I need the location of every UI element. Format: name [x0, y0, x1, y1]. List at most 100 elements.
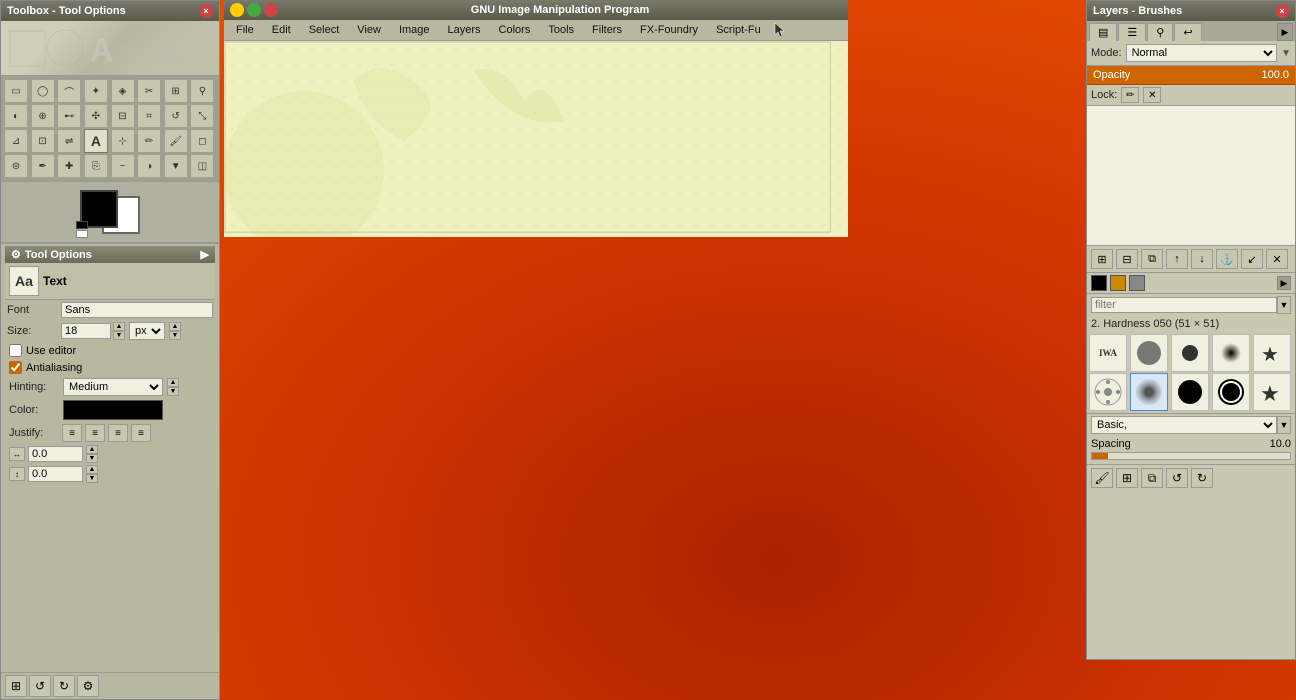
- brush-item-4[interactable]: [1212, 334, 1250, 372]
- brush-item-8[interactable]: [1171, 373, 1209, 411]
- tool-crop[interactable]: ⌗: [137, 104, 161, 128]
- tool-clone[interactable]: ⎘: [84, 154, 108, 178]
- layers-btn-up[interactable]: ↑: [1166, 249, 1188, 269]
- mode-select[interactable]: Normal Multiply Screen Overlay: [1126, 44, 1278, 62]
- menu-layers[interactable]: Layers: [440, 22, 489, 38]
- toolbox-close-button[interactable]: ×: [199, 4, 213, 18]
- menu-tools[interactable]: Tools: [540, 22, 582, 38]
- unit-down-btn[interactable]: ▼: [169, 331, 181, 340]
- use-editor-checkbox[interactable]: [9, 344, 22, 357]
- tool-bucket[interactable]: ▼: [164, 154, 188, 178]
- brush-item-7[interactable]: [1130, 373, 1168, 411]
- tool-heal[interactable]: ✚: [57, 154, 81, 178]
- tool-scissors[interactable]: ✂: [137, 79, 161, 103]
- toolbox-bottom-btn-3[interactable]: ↻: [53, 675, 75, 697]
- layers-btn-merge[interactable]: ↙: [1241, 249, 1263, 269]
- brushes-btn-redo[interactable]: ↻: [1191, 468, 1213, 488]
- brushes-expand-btn[interactable]: ▶: [1277, 276, 1291, 290]
- size-unit-select[interactable]: px pt: [129, 322, 165, 340]
- brush-item-5[interactable]: ★: [1253, 334, 1291, 372]
- offset-y-up[interactable]: ▲: [86, 465, 98, 474]
- brushes-btn-paint[interactable]: 🖌: [1091, 468, 1113, 488]
- tool-dodge[interactable]: ◑: [137, 154, 161, 178]
- layers-btn-new[interactable]: ⊟: [1116, 249, 1138, 269]
- unit-up-btn[interactable]: ▲: [169, 322, 181, 331]
- menu-file[interactable]: File: [228, 22, 262, 38]
- brush-category-dropdown-btn[interactable]: ▼: [1277, 416, 1291, 434]
- toolbox-bottom-btn-1[interactable]: ⊞: [5, 675, 27, 697]
- menu-edit[interactable]: Edit: [264, 22, 299, 38]
- tool-options-expand[interactable]: ▶: [201, 248, 209, 261]
- brush-item-2[interactable]: [1130, 334, 1168, 372]
- tool-scale[interactable]: ⤡: [190, 104, 214, 128]
- justify-center-btn[interactable]: ≡: [85, 424, 105, 442]
- font-input[interactable]: [61, 302, 213, 318]
- lock-pixels-btn[interactable]: ✏: [1121, 87, 1139, 103]
- menu-view[interactable]: View: [349, 22, 389, 38]
- brush-item-10[interactable]: ★: [1253, 373, 1291, 411]
- tool-free-select[interactable]: ⌒: [57, 79, 81, 103]
- layers-btn-down[interactable]: ↓: [1191, 249, 1213, 269]
- tool-blend[interactable]: ◫: [190, 154, 214, 178]
- menu-image[interactable]: Image: [391, 22, 438, 38]
- tool-move[interactable]: ✣: [84, 104, 108, 128]
- hinting-select[interactable]: Medium None Slight Full: [63, 378, 163, 396]
- layers-btn-duplicate[interactable]: ⧉: [1141, 249, 1163, 269]
- layers-btn-delete[interactable]: ✕: [1266, 249, 1288, 269]
- brush-bg-swatch[interactable]: [1129, 275, 1145, 291]
- tool-perspective[interactable]: ⊡: [31, 129, 55, 153]
- menu-colors[interactable]: Colors: [491, 22, 539, 38]
- offset-x-down[interactable]: ▼: [86, 454, 98, 463]
- antialiasing-checkbox[interactable]: [9, 361, 22, 374]
- tool-fuzzy-select[interactable]: ✦: [84, 79, 108, 103]
- layers-btn-anchor[interactable]: ⚓: [1216, 249, 1238, 269]
- tool-smudge[interactable]: ~: [111, 154, 135, 178]
- menu-filters[interactable]: Filters: [584, 22, 630, 38]
- tool-text[interactable]: A: [84, 129, 108, 153]
- menu-fx-foundry[interactable]: FX-Foundry: [632, 22, 706, 38]
- tool-pencil[interactable]: ✏: [137, 129, 161, 153]
- brush-fg-swatch[interactable]: [1091, 275, 1107, 291]
- brush-item-3[interactable]: [1171, 334, 1209, 372]
- tool-select-color[interactable]: ◈: [111, 79, 135, 103]
- window-maximize-btn[interactable]: [247, 3, 261, 17]
- brush-category-select[interactable]: Basic, All Basics: [1091, 416, 1277, 434]
- spacing-slider-track[interactable]: [1091, 452, 1291, 460]
- brush-filter-input[interactable]: [1091, 297, 1277, 313]
- justify-left-btn[interactable]: ≡: [62, 424, 82, 442]
- layers-panel-expand-btn[interactable]: ▶: [1277, 23, 1293, 41]
- offset-x-input[interactable]: [28, 446, 83, 462]
- tool-rect-select[interactable]: ▭: [4, 79, 28, 103]
- tool-align[interactable]: ⊟: [111, 104, 135, 128]
- opacity-row[interactable]: Opacity 100.0: [1087, 66, 1295, 85]
- offset-x-up[interactable]: ▲: [86, 445, 98, 454]
- window-minimize-btn[interactable]: [230, 3, 244, 17]
- hinting-up-btn[interactable]: ▲: [167, 378, 179, 387]
- offset-y-down[interactable]: ▼: [86, 474, 98, 483]
- size-input[interactable]: [61, 323, 111, 339]
- tool-zoom[interactable]: ⊕: [31, 104, 55, 128]
- brush-filter-dropdown-btn[interactable]: ▼: [1277, 296, 1291, 314]
- justify-fill-btn[interactable]: ≡: [131, 424, 151, 442]
- brush-item-6[interactable]: [1089, 373, 1127, 411]
- tool-shear[interactable]: ⊿: [4, 129, 28, 153]
- tool-rotate[interactable]: ↺: [164, 104, 188, 128]
- toolbox-bottom-btn-4[interactable]: ⚙: [77, 675, 99, 697]
- tab-undo[interactable]: ↩: [1174, 23, 1201, 41]
- offset-y-input[interactable]: [28, 466, 83, 482]
- hinting-down-btn[interactable]: ▼: [167, 387, 179, 396]
- justify-right-btn[interactable]: ≡: [108, 424, 128, 442]
- menu-script-fu[interactable]: Script-Fu: [708, 22, 769, 38]
- tool-airbrush[interactable]: ⊜: [4, 154, 28, 178]
- tool-ellipse-select[interactable]: ◯: [31, 79, 55, 103]
- brush-mid-swatch[interactable]: [1110, 275, 1126, 291]
- brush-item-9[interactable]: [1212, 373, 1250, 411]
- tool-color-picker[interactable]: ◐: [4, 104, 28, 128]
- window-close-btn[interactable]: [264, 3, 278, 17]
- layers-btn-new-group[interactable]: ⊞: [1091, 249, 1113, 269]
- brushes-btn-refresh[interactable]: ↺: [1166, 468, 1188, 488]
- brushes-btn-duplicate[interactable]: ⧉: [1141, 468, 1163, 488]
- tool-ink[interactable]: ✒: [31, 154, 55, 178]
- lock-position-btn[interactable]: ✕: [1143, 87, 1161, 103]
- toolbox-bottom-btn-2[interactable]: ↺: [29, 675, 51, 697]
